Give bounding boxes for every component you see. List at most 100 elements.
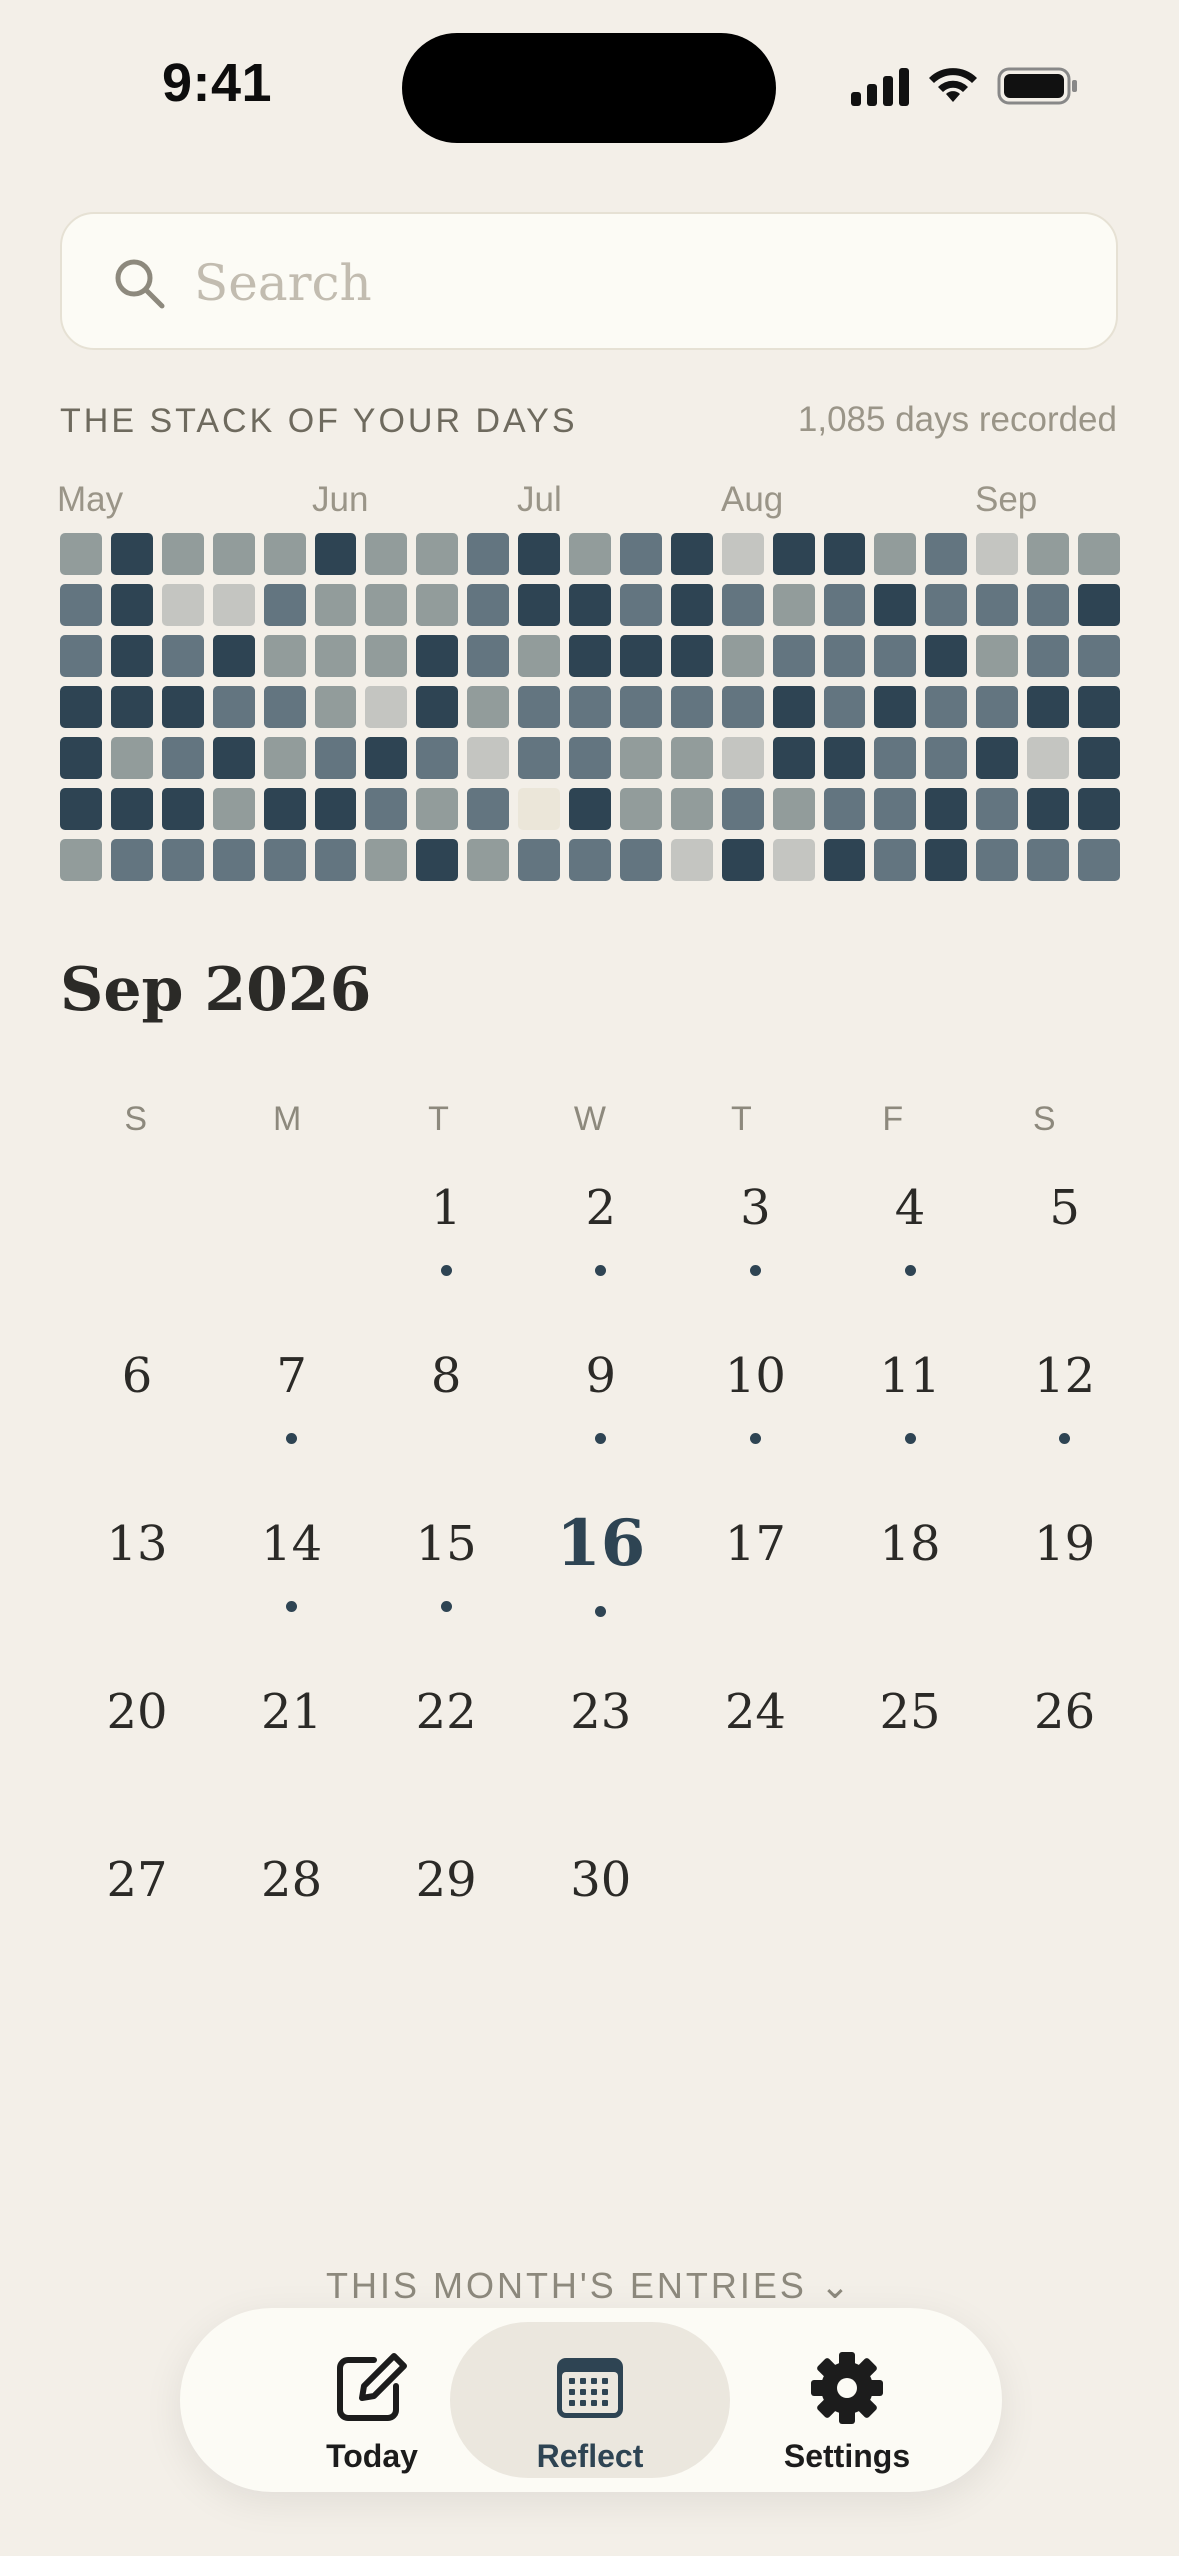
day-cell[interactable]	[823, 839, 866, 881]
day-cell[interactable]	[569, 584, 611, 626]
day-cell[interactable]	[925, 788, 968, 830]
search-input[interactable]	[192, 242, 1076, 324]
day-cell[interactable]	[518, 788, 561, 830]
day-cell[interactable]	[823, 533, 866, 575]
calendar-day[interactable]: 15	[369, 1516, 523, 1572]
day-cell[interactable]	[1078, 788, 1120, 830]
day-cell[interactable]	[110, 839, 153, 881]
day-cell[interactable]	[518, 635, 561, 677]
day-cell[interactable]	[263, 635, 306, 677]
day-cell[interactable]	[263, 788, 306, 830]
day-cell[interactable]	[467, 635, 510, 677]
day-cell[interactable]	[569, 533, 611, 575]
day-cell[interactable]	[1027, 839, 1070, 881]
day-cell[interactable]	[874, 635, 917, 677]
calendar-day[interactable]: 29	[369, 1852, 523, 1908]
day-cell[interactable]	[772, 584, 815, 626]
calendar-day[interactable]: 25	[833, 1684, 987, 1740]
day-cell[interactable]	[518, 839, 561, 881]
day-cell[interactable]	[619, 584, 662, 626]
day-cell[interactable]	[619, 533, 662, 575]
day-cell[interactable]	[467, 839, 510, 881]
day-cell[interactable]	[110, 584, 153, 626]
day-cell[interactable]	[1027, 533, 1070, 575]
day-cell[interactable]	[772, 686, 815, 728]
day-cell[interactable]	[619, 635, 662, 677]
day-cell[interactable]	[212, 839, 255, 881]
day-cell[interactable]	[161, 737, 204, 779]
calendar-day[interactable]: 20	[60, 1684, 214, 1740]
day-cell[interactable]	[925, 737, 968, 779]
day-cell[interactable]	[365, 737, 408, 779]
calendar-day[interactable]: 17	[678, 1516, 832, 1572]
day-cell[interactable]	[1078, 635, 1120, 677]
day-cell[interactable]	[314, 584, 357, 626]
day-cell[interactable]	[416, 533, 459, 575]
day-cell[interactable]	[467, 686, 510, 728]
calendar-day[interactable]: 13	[60, 1516, 214, 1572]
day-cell[interactable]	[365, 584, 408, 626]
day-cell[interactable]	[161, 635, 204, 677]
calendar-day[interactable]: 14	[215, 1516, 369, 1572]
day-cell[interactable]	[670, 533, 713, 575]
day-cell[interactable]	[314, 533, 357, 575]
day-cell[interactable]	[619, 737, 662, 779]
calendar-day[interactable]: 26	[988, 1684, 1142, 1740]
day-cell[interactable]	[721, 737, 764, 779]
day-cell[interactable]	[721, 533, 764, 575]
day-cell[interactable]	[314, 788, 357, 830]
day-cell[interactable]	[925, 584, 968, 626]
day-cell[interactable]	[772, 533, 815, 575]
day-cell[interactable]	[619, 788, 662, 830]
day-cell[interactable]	[365, 839, 408, 881]
calendar-day[interactable]: 1	[369, 1180, 523, 1236]
day-cell[interactable]	[721, 839, 764, 881]
calendar-day[interactable]: 30	[524, 1852, 678, 1908]
day-cell[interactable]	[365, 533, 408, 575]
day-cell[interactable]	[874, 584, 917, 626]
day-cell[interactable]	[772, 737, 815, 779]
day-cell[interactable]	[212, 635, 255, 677]
day-cell[interactable]	[1027, 788, 1070, 830]
day-cell[interactable]	[925, 533, 968, 575]
day-cell[interactable]	[976, 839, 1019, 881]
day-cell[interactable]	[467, 737, 510, 779]
day-cell[interactable]	[925, 635, 968, 677]
day-cell[interactable]	[874, 788, 917, 830]
day-cell[interactable]	[619, 839, 662, 881]
day-cell[interactable]	[263, 533, 306, 575]
day-cell[interactable]	[569, 839, 611, 881]
calendar-day[interactable]: 7	[215, 1348, 369, 1404]
day-cell[interactable]	[1078, 737, 1120, 779]
calendar-day[interactable]: 10	[678, 1348, 832, 1404]
day-cell[interactable]	[110, 635, 153, 677]
day-cell[interactable]	[925, 839, 968, 881]
day-cell[interactable]	[518, 533, 561, 575]
day-cell[interactable]	[772, 839, 815, 881]
day-cell[interactable]	[416, 788, 459, 830]
day-cell[interactable]	[110, 533, 153, 575]
day-cell[interactable]	[161, 839, 204, 881]
day-cell[interactable]	[976, 737, 1019, 779]
day-stack-heatmap[interactable]	[60, 533, 1120, 881]
day-cell[interactable]	[314, 635, 357, 677]
day-cell[interactable]	[1027, 584, 1070, 626]
calendar-day[interactable]: 12	[988, 1348, 1142, 1404]
day-cell[interactable]	[1078, 686, 1120, 728]
calendar-day[interactable]: 27	[60, 1852, 214, 1908]
day-cell[interactable]	[874, 686, 917, 728]
day-cell[interactable]	[670, 788, 713, 830]
calendar-day[interactable]: 9	[524, 1348, 678, 1404]
day-cell[interactable]	[60, 788, 102, 830]
calendar-day[interactable]: 22	[369, 1684, 523, 1740]
calendar-day[interactable]: 28	[215, 1852, 369, 1908]
day-cell[interactable]	[467, 584, 510, 626]
day-cell[interactable]	[518, 686, 561, 728]
day-cell[interactable]	[416, 737, 459, 779]
day-cell[interactable]	[569, 788, 611, 830]
day-cell[interactable]	[721, 788, 764, 830]
day-cell[interactable]	[976, 533, 1019, 575]
day-cell[interactable]	[60, 533, 102, 575]
day-cell[interactable]	[823, 635, 866, 677]
day-cell[interactable]	[518, 584, 561, 626]
